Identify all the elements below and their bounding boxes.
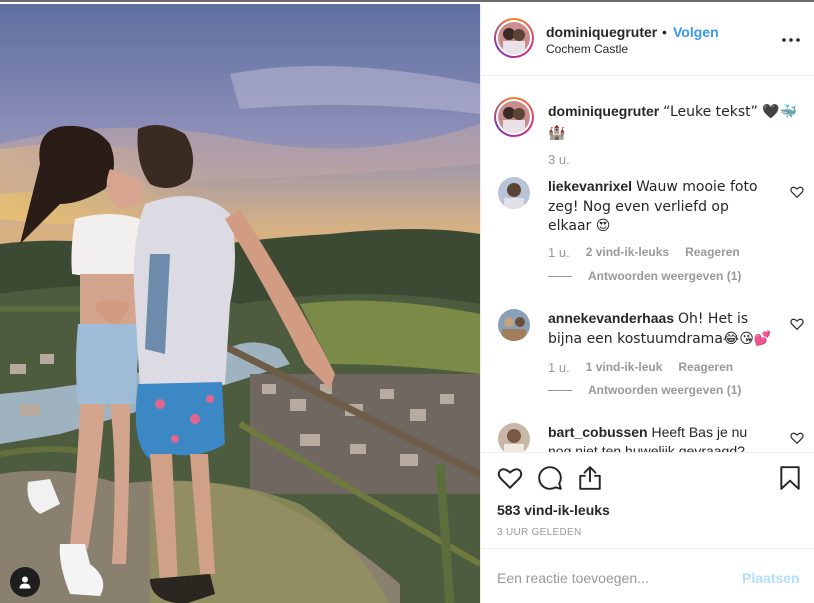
view-replies-button[interactable]: Antwoorden weergeven (1) [548, 269, 741, 283]
comment-username[interactable]: bart_cobussen [548, 424, 648, 440]
comment-text: liekevanrixel Wauw mooie foto zeg! Nog e… [548, 177, 773, 236]
author-username[interactable]: dominiquegruter [546, 24, 657, 40]
post-side-panel: dominiquegruter • Volgen Cochem Castle d… [480, 4, 814, 603]
like-count[interactable]: 583 vind-ik-leuks [497, 502, 610, 518]
caption-text: dominiquegruter “Leuke tekst” 🖤🐳🏰 [548, 101, 798, 143]
comment-username[interactable]: annekevanderhaas [548, 310, 674, 326]
author-avatar[interactable] [494, 18, 534, 58]
instagram-post-window: dominiquegruter • Volgen Cochem Castle d… [0, 0, 814, 603]
post-timestamp[interactable]: 3 UUR GELEDEN [497, 527, 581, 538]
comment-input[interactable] [497, 567, 727, 589]
more-horizontal-icon [782, 38, 800, 42]
comment-meta: 1 u. 1 vind-ik-leuk Reageren [548, 360, 733, 375]
avatar-photo [498, 309, 530, 341]
post-comment-button[interactable]: Plaatsen [742, 570, 800, 586]
tagged-users-button[interactable] [10, 567, 40, 597]
avatar-photo [498, 22, 530, 54]
comment-like-heart-icon[interactable] [790, 185, 804, 199]
bookmark-icon[interactable] [777, 465, 803, 491]
comment-text: bart_cobussen Heeft Bas je nu nog niet t… [548, 423, 773, 452]
view-replies-button[interactable]: Antwoorden weergeven (1) [548, 383, 741, 397]
reply-button[interactable]: Reageren [685, 245, 740, 260]
post-header: dominiquegruter • Volgen Cochem Castle [481, 4, 814, 76]
couple-kissing-photo [0, 4, 480, 603]
commenter-avatar[interactable] [498, 423, 530, 452]
heart-icon[interactable] [497, 465, 523, 491]
comment-meta: 1 u. 2 vind-ik-leuks Reageren [548, 245, 740, 260]
view-replies-label: Antwoorden weergeven (1) [588, 269, 742, 283]
comment-text: annekevanderhaas Oh! Het is bijna een ko… [548, 309, 773, 348]
caption-timestamp[interactable]: 3 u. [548, 152, 570, 167]
reply-button[interactable]: Reageren [678, 360, 733, 375]
comments-list[interactable]: dominiquegruter “Leuke tekst” 🖤🐳🏰 3 u. l… [481, 77, 814, 452]
commenter-avatar[interactable] [498, 309, 530, 341]
avatar-photo [498, 101, 530, 133]
comment-icon[interactable] [537, 465, 563, 491]
comment-like-heart-icon[interactable] [790, 431, 804, 445]
share-icon[interactable] [577, 465, 603, 491]
caption-author-avatar[interactable] [494, 97, 534, 137]
caption-username[interactable]: dominiquegruter [548, 103, 659, 119]
replies-divider [548, 389, 572, 391]
more-options-button[interactable] [779, 28, 803, 52]
post-location[interactable]: Cochem Castle [546, 42, 628, 56]
add-comment-bar: Plaatsen [481, 548, 814, 603]
comment-timestamp[interactable]: 1 u. [548, 360, 570, 375]
person-icon [19, 576, 31, 589]
commenter-avatar[interactable] [498, 177, 530, 209]
follow-button[interactable]: Volgen [673, 24, 719, 40]
comment-like-heart-icon[interactable] [790, 317, 804, 331]
avatar-photo [498, 423, 530, 452]
comment-username[interactable]: liekevanrixel [548, 178, 632, 194]
follow-separator: • [662, 24, 667, 40]
replies-divider [548, 275, 572, 277]
comment-timestamp[interactable]: 1 u. [548, 245, 570, 260]
comment-likes[interactable]: 1 vind-ik-leuk [586, 360, 663, 375]
post-photo[interactable] [0, 4, 480, 603]
post-actions: 583 vind-ik-leuks 3 UUR GELEDEN [481, 452, 814, 548]
avatar-photo [498, 177, 530, 209]
comment-likes[interactable]: 2 vind-ik-leuks [586, 245, 669, 260]
view-replies-label: Antwoorden weergeven (1) [588, 383, 742, 397]
